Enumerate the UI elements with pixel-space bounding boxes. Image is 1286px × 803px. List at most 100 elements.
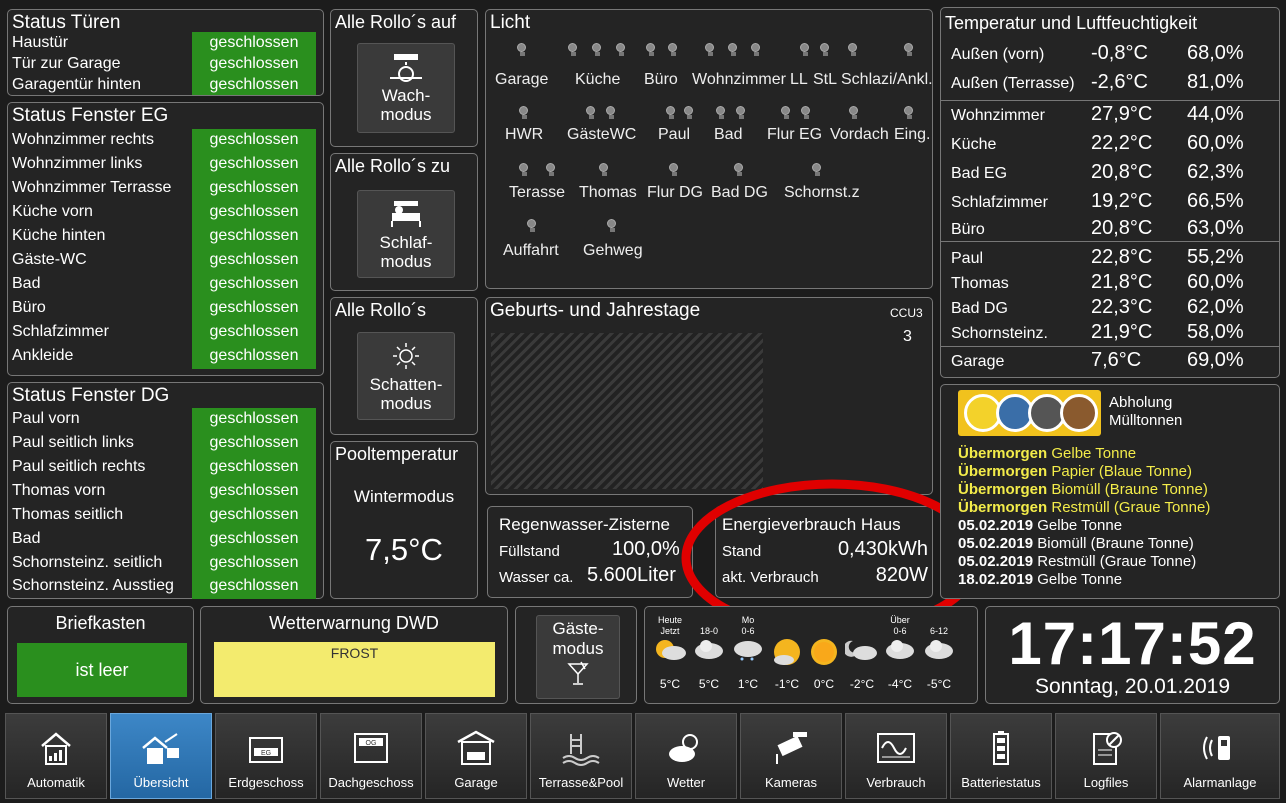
room-humidity: 66,5% [1187, 190, 1244, 212]
nav-wetter[interactable]: Wetter [635, 713, 737, 799]
nav-kameras[interactable]: Kameras [740, 713, 842, 799]
pool-temp: 7,5°C [365, 532, 443, 567]
panel-rollo-auf: Alle Rollo´s auf Wach- modus [330, 9, 478, 147]
temp-row: Paul 22,8°C 55,2% [951, 246, 1276, 272]
room-name: Außen (Terrasse) [951, 75, 1075, 92]
light-bulb-icon[interactable] [546, 163, 556, 177]
nav-automatik[interactable]: Automatik [5, 713, 107, 799]
light-bulb-icon[interactable] [586, 106, 596, 120]
status-label: Thomas seitlich [12, 506, 124, 523]
light-bulb-icon[interactable] [606, 106, 616, 120]
temp-row: Außen (vorn) -0,8°C 68,0% [951, 42, 1276, 68]
room-humidity: 60,0% [1187, 271, 1244, 293]
status-label: Küche vorn [12, 203, 93, 220]
panel-clock: 17:17:52 Sonntag, 20.01.2019 [985, 606, 1280, 704]
light-label: Flur DG [647, 184, 703, 201]
light-bulb-icon[interactable] [800, 43, 810, 57]
nav-erdgeschoss[interactable]: EG Erdgeschoss [215, 713, 317, 799]
light-bulb-icon[interactable] [801, 106, 811, 120]
light-bulb-icon[interactable] [848, 43, 858, 57]
light-bulb-icon[interactable] [734, 163, 744, 177]
weather-time: 0-6 [893, 626, 907, 636]
nav-dachgeschoss[interactable]: OG Dachgeschoss [320, 713, 422, 799]
light-label: Auffahrt [503, 242, 559, 259]
status-row: Bad geschlossen [12, 528, 316, 552]
status-row: Küche vorn geschlossen [12, 201, 316, 225]
light-bulb-icon[interactable] [728, 43, 738, 57]
weather-temp: -2°C [849, 677, 875, 691]
room-temp: -0,8°C [1091, 42, 1148, 64]
room-temp: 19,2°C [1091, 190, 1153, 212]
schattenmodus-button[interactable]: Schatten- modus [357, 332, 455, 420]
status-value: geschlossen [192, 129, 316, 153]
status-row: Ankleide geschlossen [12, 345, 316, 369]
room-temp: 22,8°C [1091, 246, 1153, 268]
muell-entry: 05.02.2019 Restmüll (Graue Tonne) [958, 553, 1197, 570]
light-bulb-icon[interactable] [904, 43, 914, 57]
nav-uebersicht[interactable]: Übersicht [110, 713, 212, 799]
nav-label: Batteriestatus [961, 775, 1041, 790]
house-auto-icon [41, 732, 71, 765]
weather-column: 6-12 -5°C [920, 615, 958, 691]
light-label: Büro [644, 71, 678, 88]
gaeste-line1: Gäste- [552, 619, 604, 638]
light-bulb-icon[interactable] [849, 106, 859, 120]
nav-terrasse-pool[interactable]: Terrasse&Pool [530, 713, 632, 799]
room-temp: 21,8°C [1091, 271, 1153, 293]
room-name: Thomas [951, 275, 1009, 292]
light-bulb-icon[interactable] [568, 43, 578, 57]
light-bulb-icon[interactable] [668, 43, 678, 57]
divider [941, 100, 1279, 101]
floor-og-icon: OG [354, 733, 388, 763]
room-name: Garage [951, 353, 1005, 370]
brown-bin-icon [1060, 394, 1098, 432]
status-value: geschlossen [192, 528, 316, 552]
divider [941, 346, 1279, 347]
status-label: Paul seitlich rechts [12, 458, 146, 475]
light-bulb-icon[interactable] [646, 43, 656, 57]
panel-gaeste: Gäste- modus [515, 606, 637, 704]
weather-temp: -1°C [774, 677, 800, 691]
nav-label: Logfiles [1083, 775, 1129, 790]
light-bulb-icon[interactable] [751, 43, 761, 57]
status-value: geschlossen [192, 201, 316, 225]
nav-batteriestatus[interactable]: Batteriestatus [950, 713, 1052, 799]
light-bulb-icon[interactable] [684, 106, 694, 120]
light-bulb-icon[interactable] [519, 106, 529, 120]
light-bulb-icon[interactable] [820, 43, 830, 57]
light-bulb-icon[interactable] [812, 163, 822, 177]
status-value: geschlossen [192, 575, 316, 599]
nav-alarmanlage[interactable]: Alarmanlage [1160, 713, 1280, 799]
light-bulb-icon[interactable] [616, 43, 626, 57]
light-bulb-icon[interactable] [904, 106, 914, 120]
light-bulb-icon[interactable] [669, 163, 679, 177]
nav-logfiles[interactable]: Logfiles [1055, 713, 1157, 799]
panel-regenwasser: Regenwasser-Zisterne Füllstand 100,0% Wa… [487, 506, 693, 598]
light-bulb-icon[interactable] [517, 43, 527, 57]
light-bulb-icon[interactable] [599, 163, 609, 177]
light-bulb-icon[interactable] [736, 106, 746, 120]
weather-day [843, 615, 881, 626]
light-bulb-icon[interactable] [705, 43, 715, 57]
wachmodus-button[interactable]: Wach- modus [357, 43, 455, 133]
light-bulb-icon[interactable] [527, 219, 537, 233]
nav-verbrauch[interactable]: Verbrauch [845, 713, 947, 799]
regen-fill-value: 100,0% [612, 538, 680, 560]
nav-label: Kameras [764, 775, 818, 790]
light-bulb-icon[interactable] [519, 163, 529, 177]
cloudy-icon [695, 640, 723, 659]
nav-garage[interactable]: Garage [425, 713, 527, 799]
gaestemodus-button[interactable]: Gäste- modus [536, 615, 620, 699]
regen-fill-label: Füllstand [499, 543, 560, 560]
temp-row: Außen (Terrasse) -2,6°C 81,0% [951, 71, 1276, 97]
schlafmodus-button[interactable]: Schlaf- modus [357, 190, 455, 278]
light-bulb-icon[interactable] [607, 219, 617, 233]
light-bulb-icon[interactable] [592, 43, 602, 57]
room-humidity: 62,0% [1187, 296, 1244, 318]
light-bulb-icon[interactable] [716, 106, 726, 120]
status-row: Tür zur Garage geschlossen [12, 53, 316, 74]
light-bulb-icon[interactable] [781, 106, 791, 120]
light-bulb-icon[interactable] [666, 106, 676, 120]
status-value: geschlossen [192, 53, 316, 74]
temp-row: Bad DG 22,3°C 62,0% [951, 296, 1276, 322]
